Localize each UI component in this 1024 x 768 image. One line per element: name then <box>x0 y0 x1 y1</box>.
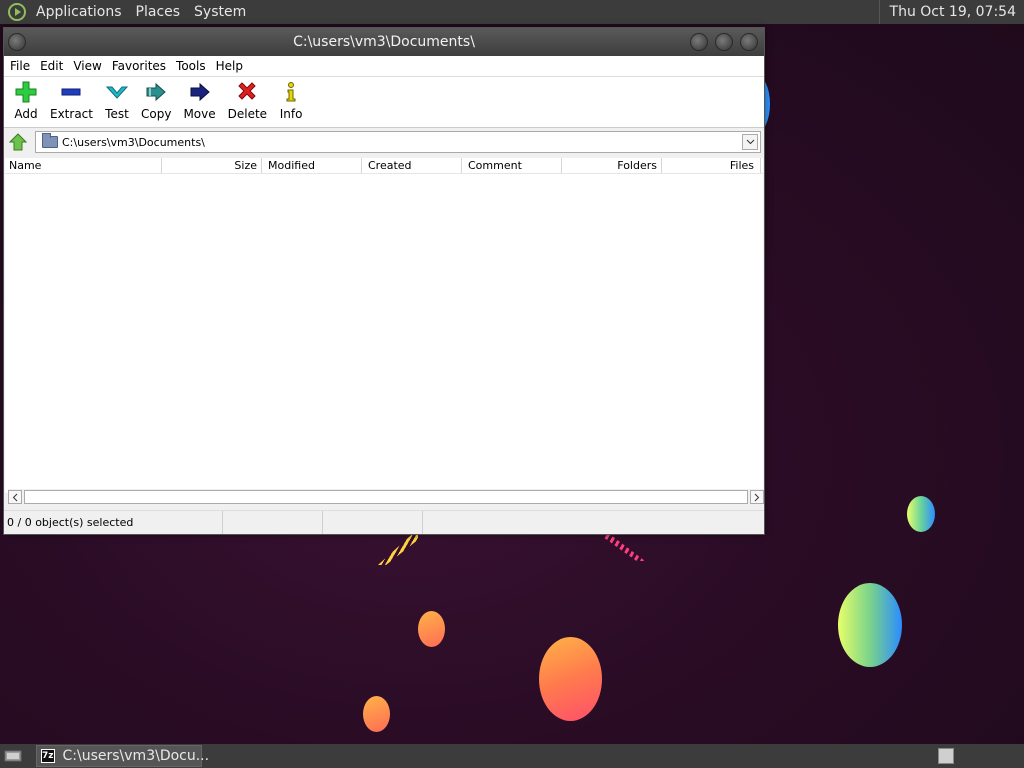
panel-clock[interactable]: Thu Oct 19, 07:54 <box>878 0 1024 24</box>
address-field[interactable]: C:\users\vm3\Documents\ <box>35 131 761 153</box>
extract-button[interactable]: Extract <box>44 79 99 127</box>
info-button[interactable]: Info <box>273 79 309 127</box>
panel-menu: Applications Places System <box>0 3 246 21</box>
info-label: Info <box>279 107 303 121</box>
horizontal-scrollbar[interactable] <box>8 489 764 505</box>
minimize-button[interactable] <box>690 33 708 51</box>
copy-icon <box>144 80 168 104</box>
extract-icon <box>59 80 83 104</box>
delete-icon <box>235 80 259 104</box>
arrow-up-icon <box>9 133 27 151</box>
address-dropdown-button[interactable] <box>742 134 758 150</box>
chevron-left-icon <box>12 493 18 501</box>
chevron-right-icon <box>754 493 760 501</box>
decorative-blob <box>418 611 445 647</box>
decorative-blob <box>838 583 902 667</box>
file-list[interactable]: Name Size Modified Created Comment Folde… <box>5 158 763 493</box>
move-button[interactable]: Move <box>177 79 221 127</box>
show-desktop-icon <box>4 750 22 762</box>
workspace-switcher[interactable] <box>938 748 954 764</box>
top-panel: Applications Places System Thu Oct 19, 0… <box>0 0 1024 24</box>
show-desktop-button[interactable] <box>2 746 24 766</box>
decorative-blob <box>907 496 935 532</box>
column-size[interactable]: Size <box>162 158 262 173</box>
window-titlebar[interactable]: C:\users\vm3\Documents\ <box>4 28 764 56</box>
column-name[interactable]: Name <box>5 158 162 173</box>
scroll-track[interactable] <box>24 490 748 504</box>
scroll-left-button[interactable] <box>8 490 22 504</box>
copy-button[interactable]: Copy <box>135 79 177 127</box>
maximize-button[interactable] <box>715 33 733 51</box>
window-title: C:\users\vm3\Documents\ <box>293 34 475 50</box>
status-cell <box>323 511 423 534</box>
status-cell <box>223 511 323 534</box>
test-icon <box>105 80 129 104</box>
column-modified[interactable]: Modified <box>262 158 362 173</box>
delete-label: Delete <box>227 107 268 121</box>
decorative-blob <box>539 637 602 721</box>
places-menu[interactable]: Places <box>136 4 181 20</box>
add-label: Add <box>14 107 38 121</box>
delete-button[interactable]: Delete <box>222 79 273 127</box>
status-cell <box>423 511 764 534</box>
add-icon <box>14 80 38 104</box>
address-text[interactable]: C:\users\vm3\Documents\ <box>62 136 205 149</box>
taskbar-window-button[interactable]: 7z C:\users\vm3\Docu... <box>36 745 209 767</box>
menu-file[interactable]: File <box>4 59 34 73</box>
move-icon <box>188 80 212 104</box>
folder-icon <box>42 133 58 148</box>
add-button[interactable]: Add <box>8 79 44 127</box>
taskbar-window-label: C:\users\vm3\Docu... <box>62 748 210 764</box>
decorative-blob <box>363 696 390 732</box>
column-created[interactable]: Created <box>362 158 462 173</box>
file-manager-window: C:\users\vm3\Documents\ File Edit View F… <box>3 27 765 535</box>
scroll-right-button[interactable] <box>750 490 764 504</box>
column-files[interactable]: Files <box>662 158 761 173</box>
up-folder-button[interactable] <box>7 131 29 153</box>
move-label: Move <box>183 107 216 121</box>
info-icon <box>279 80 303 104</box>
column-folders[interactable]: Folders <box>562 158 662 173</box>
system-menu[interactable]: System <box>194 4 246 20</box>
menu-view[interactable]: View <box>67 59 105 73</box>
menu-tools[interactable]: Tools <box>170 59 210 73</box>
extract-label: Extract <box>50 107 93 121</box>
copy-label: Copy <box>140 107 172 121</box>
menu-bar: File Edit View Favorites Tools Help <box>4 56 764 77</box>
column-headers: Name Size Modified Created Comment Folde… <box>5 158 763 174</box>
test-label: Test <box>105 107 129 121</box>
status-bar: 0 / 0 object(s) selected <box>4 510 764 534</box>
close-button[interactable] <box>740 33 758 51</box>
bottom-taskbar: 7z C:\users\vm3\Docu... <box>0 744 1024 768</box>
chevron-down-icon <box>746 139 754 145</box>
menu-help[interactable]: Help <box>210 59 247 73</box>
menu-edit[interactable]: Edit <box>34 59 67 73</box>
status-selection: 0 / 0 object(s) selected <box>4 511 223 534</box>
applications-menu[interactable]: Applications <box>36 4 122 20</box>
distro-logo-icon[interactable] <box>8 3 26 21</box>
test-button[interactable]: Test <box>99 79 135 127</box>
seven-zip-icon: 7z <box>41 749 55 763</box>
address-bar: C:\users\vm3\Documents\ <box>4 128 764 156</box>
toolbar: Add Extract Test Copy Move Delete Info <box>4 77 764 128</box>
window-menu-button[interactable] <box>8 33 26 51</box>
menu-favorites[interactable]: Favorites <box>106 59 170 73</box>
column-comment[interactable]: Comment <box>462 158 562 173</box>
